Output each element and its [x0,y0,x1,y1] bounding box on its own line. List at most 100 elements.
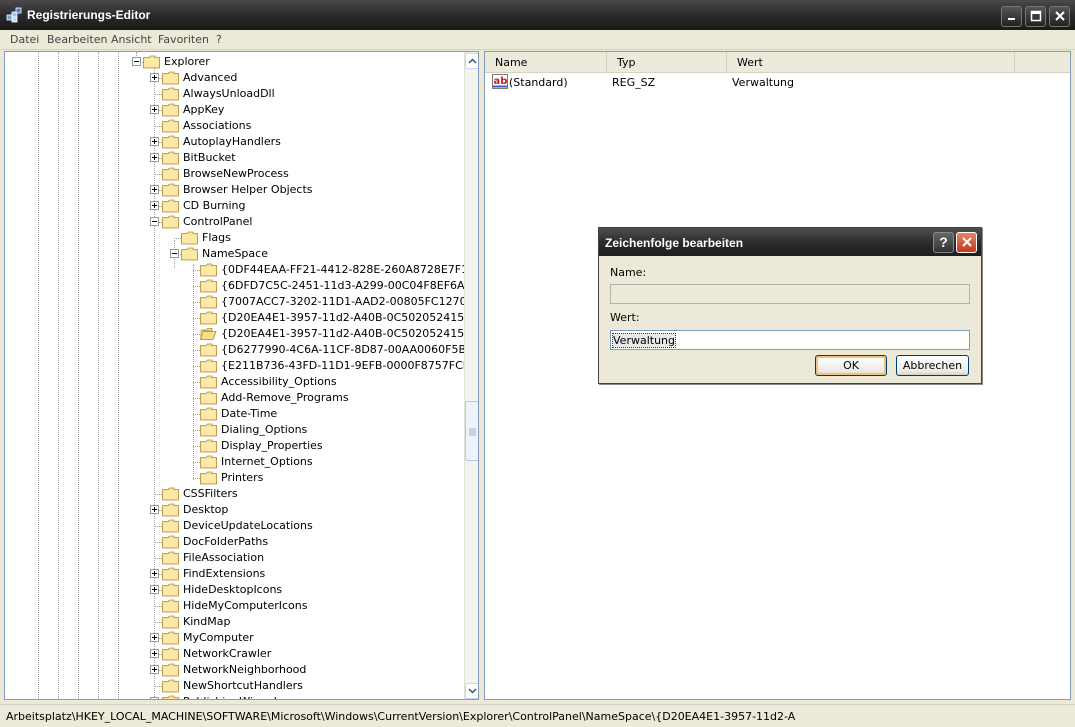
tree-item[interactable]: CD Burning [5,198,464,214]
expand-icon[interactable] [150,201,159,210]
tree-item[interactable]: Accessibility_Options [5,374,464,390]
expand-icon[interactable] [150,569,159,578]
expand-icon[interactable] [150,185,159,194]
folder-icon [200,279,217,293]
folder-icon [162,119,179,133]
folder-icon [162,599,179,613]
tree-item[interactable]: {6DFD7C5C-2451-11d3-A299-00C04F8EF6AF} [5,278,464,294]
tree-item[interactable]: NewShortcutHandlers [5,678,464,694]
collapse-icon[interactable] [150,217,159,226]
tree-item[interactable]: NetworkCrawler [5,646,464,662]
tree-item[interactable]: CSSFilters [5,486,464,502]
close-button[interactable] [1049,6,1070,27]
tree-item[interactable]: HideDesktopIcons [5,582,464,598]
collapse-icon[interactable] [132,57,141,66]
tree-item-label: Display_Properties [221,439,323,452]
tree-item[interactable]: {7007ACC7-3202-11D1-AAD2-00805FC1270E} [5,294,464,310]
scroll-up-button[interactable] [465,53,478,69]
maximize-button[interactable] [1025,6,1046,27]
tree-item[interactable]: Associations [5,118,464,134]
tree-item[interactable]: Explorer [5,54,464,70]
menu-favorites[interactable]: Favoriten [158,33,209,46]
status-bar: Arbeitsplatz\HKEY_LOCAL_MACHINE\SOFTWARE… [0,704,1075,727]
tree-item[interactable]: DocFolderPaths [5,534,464,550]
tree-item[interactable]: Advanced [5,70,464,86]
ok-button[interactable]: OK [815,355,887,376]
value-field-text: Verwaltung [612,333,676,348]
tree-item[interactable]: HideMyComputerIcons [5,598,464,614]
tree-item[interactable]: Add-Remove_Programs [5,390,464,406]
tree-item[interactable]: NameSpace [5,246,464,262]
expand-icon[interactable] [150,633,159,642]
tree-item[interactable]: Browser Helper Objects [5,182,464,198]
tree-item[interactable]: AlwaysUnloadDll [5,86,464,102]
tree-item[interactable]: AppKey [5,102,464,118]
tree-item[interactable]: Printers [5,470,464,486]
chevron-down-icon [468,688,477,694]
tree-connector [193,446,200,447]
tree-item[interactable]: {D20EA4E1-3957-11d2-A40B-0C5020524152} [5,310,464,326]
menu-edit[interactable]: Bearbeiten [47,33,107,46]
dialog-close-button[interactable] [956,232,977,253]
tree-item[interactable]: Desktop [5,502,464,518]
name-field[interactable] [610,284,970,304]
tree-connector [193,334,200,335]
tree-item-label: NetworkNeighborhood [183,663,307,676]
scroll-thumb[interactable] [465,401,478,461]
tree-item[interactable]: FileAssociation [5,550,464,566]
tree-item[interactable]: AutoplayHandlers [5,134,464,150]
registry-tree[interactable]: Explorer Advanced AlwaysUnloadDll AppKey Ass… [4,51,479,700]
menu-view[interactable]: Ansicht [111,33,152,46]
list-item[interactable]: ab (Standard) REG_SZ Verwaltung [485,74,1070,91]
expand-icon[interactable] [150,697,159,699]
tree-item[interactable]: Internet_Options [5,454,464,470]
tree-item-label: DocFolderPaths [183,535,269,548]
tree-item[interactable]: {0DF44EAA-FF21-4412-828E-260A8728E7F1} [5,262,464,278]
expand-icon[interactable] [150,665,159,674]
menu-file[interactable]: Datei [10,33,39,46]
expand-icon[interactable] [150,105,159,114]
title-bar[interactable]: Registrierungs-Editor [0,0,1075,30]
tree-scrollbar[interactable] [464,52,478,699]
column-header-name[interactable]: Name [485,52,607,72]
collapse-icon[interactable] [170,249,179,258]
tree-item[interactable]: BitBucket [5,150,464,166]
scroll-down-button[interactable] [465,683,478,699]
tree-item[interactable]: KindMap [5,614,464,630]
tree-item[interactable]: {D20EA4E1-3957-11d2-A40B-0C5020524153} [5,326,464,342]
tree-item[interactable]: {D6277990-4C6A-11CF-8D87-00AA0060F5BF} [5,342,464,358]
value-field[interactable]: Verwaltung [610,330,970,350]
column-header-value[interactable]: Wert [727,52,1015,72]
tree-connector [154,126,162,127]
tree-item[interactable]: ControlPanel [5,214,464,230]
tree-connector [154,494,162,495]
menu-help[interactable]: ? [216,33,222,46]
tree-item[interactable]: Date-Time [5,406,464,422]
folder-icon [200,455,217,469]
expand-icon[interactable] [150,73,159,82]
tree-item[interactable]: FindExtensions [5,566,464,582]
tree-item[interactable]: BrowseNewProcess [5,166,464,182]
dialog-title-bar[interactable]: Zeichenfolge bearbeiten ? [599,228,981,256]
folder-icon [181,247,198,261]
tree-item[interactable]: MyComputer [5,630,464,646]
tree-item[interactable]: NetworkNeighborhood [5,662,464,678]
help-button[interactable]: ? [933,232,954,253]
tree-item[interactable]: Display_Properties [5,438,464,454]
folder-icon [162,135,179,149]
tree-item[interactable]: DeviceUpdateLocations [5,518,464,534]
expand-icon[interactable] [150,153,159,162]
cancel-button[interactable]: Abbrechen [896,355,969,376]
expand-icon[interactable] [150,585,159,594]
column-header-type[interactable]: Typ [607,52,727,72]
tree-item-label: Accessibility_Options [221,375,337,388]
expand-icon[interactable] [150,649,159,658]
expand-icon[interactable] [150,137,159,146]
tree-item[interactable]: Dialing_Options [5,422,464,438]
tree-item[interactable]: {E211B736-43FD-11D1-9EFB-0000F8757FCD} [5,358,464,374]
expand-icon[interactable] [150,505,159,514]
tree-item[interactable]: Flags [5,230,464,246]
tree-item-label: Flags [202,231,231,244]
tree-item[interactable]: PublishingWizard [5,694,464,699]
minimize-button[interactable] [1001,6,1022,27]
